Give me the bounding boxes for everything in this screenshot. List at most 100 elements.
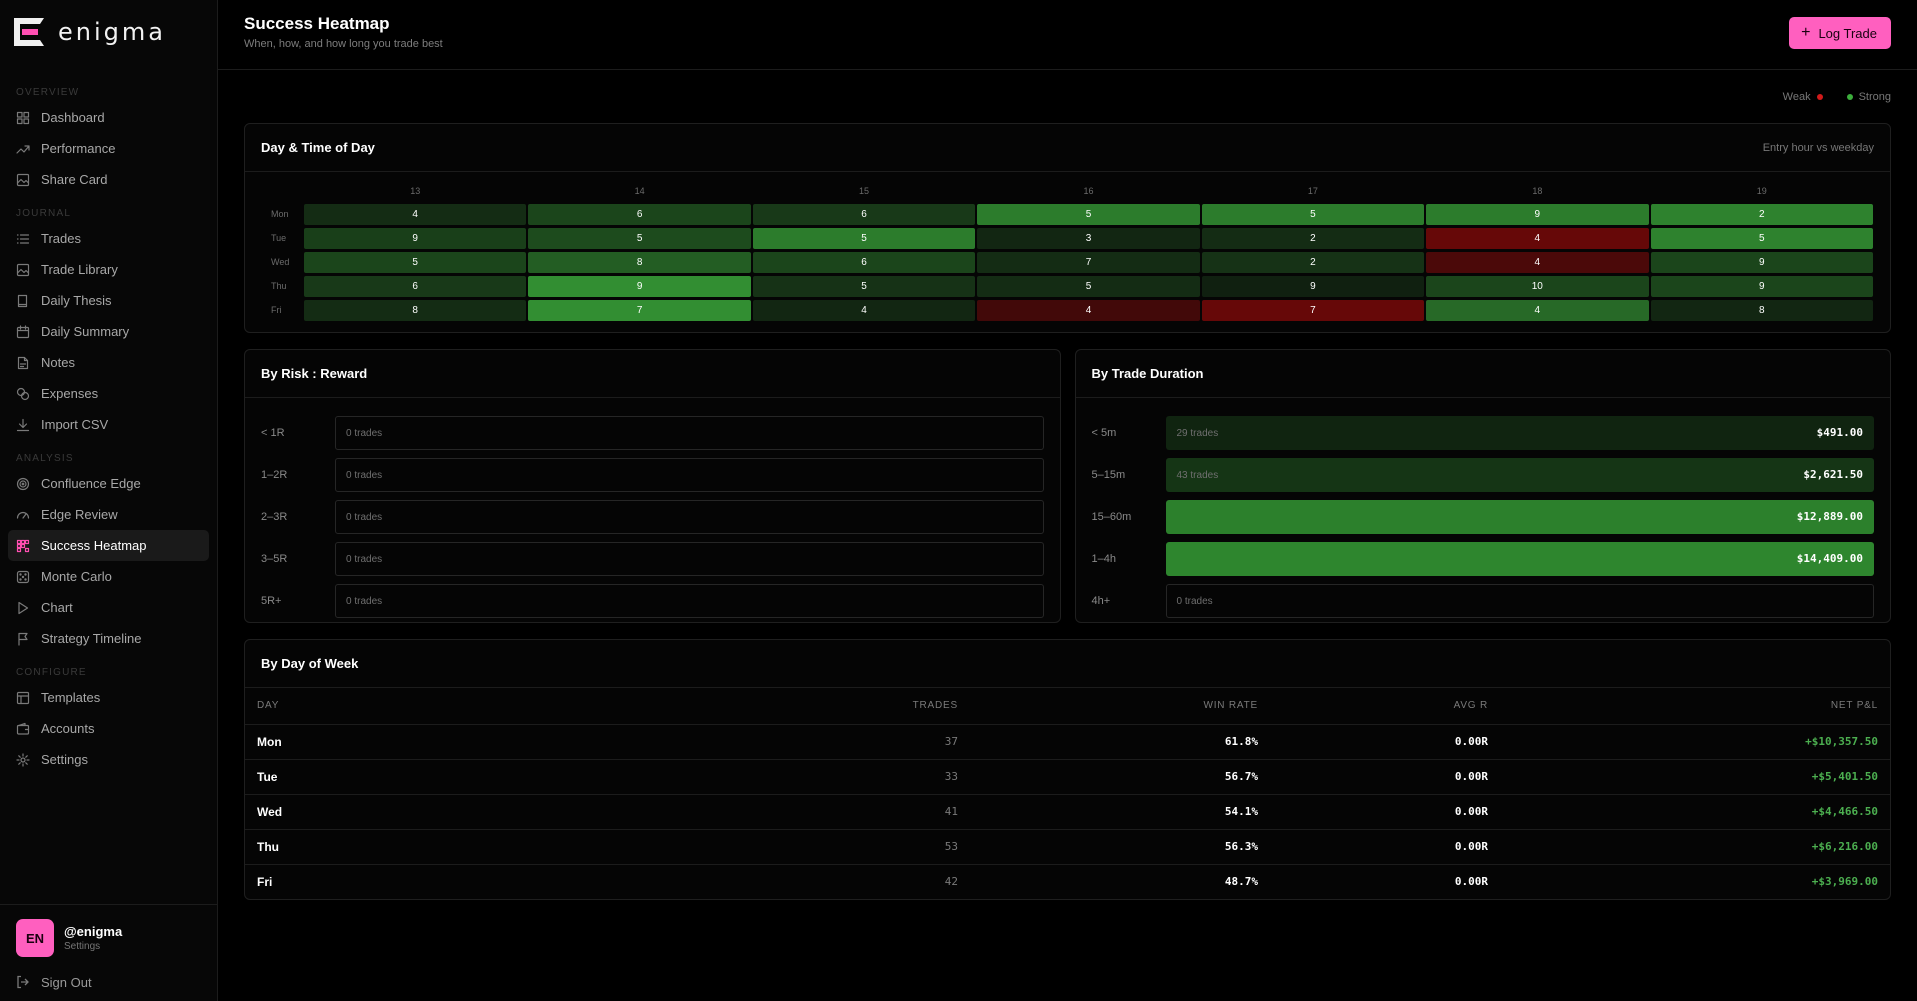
table-row[interactable]: Thu 53 56.3% 0.00R +$6,216.00 bbox=[245, 829, 1890, 865]
heatmap-cell[interactable]: 9 bbox=[1650, 275, 1873, 297]
heatmap-row-fri: Fri 8 7 4 4 7 4 8 bbox=[261, 298, 1874, 322]
flag-icon bbox=[16, 632, 30, 646]
sidebar-item-label: Share Card bbox=[41, 172, 108, 187]
sidebar: enigma OVERVIEW Dashboard Performance Share… bbox=[0, 0, 218, 1001]
heatmap-cell[interactable]: 9 bbox=[1650, 251, 1873, 273]
heatmap-cell[interactable]: 4 bbox=[304, 203, 527, 225]
hour-label: 13 bbox=[410, 186, 421, 196]
column-header-trades[interactable]: TRADES bbox=[870, 688, 970, 725]
sidebar-item-monte-carlo[interactable]: Monte Carlo bbox=[8, 561, 209, 592]
log-trade-button[interactable]: + Log Trade bbox=[1789, 17, 1891, 49]
heatmap-cell[interactable]: 4 bbox=[1426, 299, 1649, 321]
user-settings-link[interactable]: Settings bbox=[64, 941, 122, 952]
sign-out-label: Sign Out bbox=[41, 974, 92, 990]
cell-trades: 53 bbox=[870, 829, 970, 865]
logo[interactable]: enigma bbox=[0, 0, 217, 60]
heatmap-icon bbox=[16, 539, 30, 553]
page-subtitle: When, how, and how long you trade best bbox=[244, 38, 443, 50]
column-header-day[interactable]: DAY bbox=[245, 688, 870, 725]
table-row[interactable]: Fri 42 48.7% 0.00R +$3,969.00 bbox=[245, 864, 1890, 899]
heatmap-cell[interactable]: 5 bbox=[752, 275, 976, 297]
heatmap-cell[interactable]: 4 bbox=[1426, 227, 1649, 249]
cell-avg: 0.00R bbox=[1270, 759, 1500, 795]
sidebar-item-templates[interactable]: Templates bbox=[8, 682, 209, 713]
heatmap-cell[interactable]: 5 bbox=[304, 251, 527, 273]
heatmap-cell[interactable]: 7 bbox=[977, 251, 1200, 273]
sidebar-item-expenses[interactable]: Expenses bbox=[8, 378, 209, 409]
card-hint: Entry hour vs weekday bbox=[1762, 141, 1874, 154]
hour-label: 17 bbox=[1307, 186, 1318, 196]
sidebar-item-daily-summary[interactable]: Daily Summary bbox=[8, 316, 209, 347]
wallet-icon bbox=[16, 722, 30, 736]
sidebar-item-success-heatmap[interactable]: Success Heatmap bbox=[8, 530, 209, 561]
dice-icon bbox=[16, 570, 30, 584]
sidebar-item-trades[interactable]: Trades bbox=[8, 223, 209, 254]
heatmap-cell[interactable]: 10 bbox=[1426, 275, 1649, 297]
sidebar-item-notes[interactable]: Notes bbox=[8, 347, 209, 378]
heatmap-cell[interactable]: 8 bbox=[304, 299, 527, 321]
table-row[interactable]: Tue 33 56.7% 0.00R +$5,401.50 bbox=[245, 759, 1890, 795]
sidebar-item-strategy-timeline[interactable]: Strategy Timeline bbox=[8, 623, 209, 654]
heatmap-row-mon: Mon 4 6 6 5 5 9 2 bbox=[261, 202, 1874, 226]
sidebar-item-import-csv[interactable]: Import CSV bbox=[8, 409, 209, 440]
heatmap-cell[interactable]: 4 bbox=[977, 299, 1200, 321]
sidebar-item-performance[interactable]: Performance bbox=[8, 133, 209, 164]
heatmap-cell[interactable]: 2 bbox=[1201, 227, 1425, 249]
column-header-avg-r[interactable]: AVG R bbox=[1270, 688, 1500, 725]
sidebar-item-settings[interactable]: Settings bbox=[8, 744, 209, 775]
heatmap-cell[interactable]: 9 bbox=[1426, 203, 1649, 225]
user-area: EN @enigma Settings Sign Out bbox=[0, 904, 217, 1001]
heatmap-cell[interactable]: 8 bbox=[1650, 299, 1873, 321]
heatmap-cell[interactable]: 5 bbox=[977, 203, 1200, 225]
target-icon bbox=[16, 477, 30, 491]
bar-track: 29 trades $491.00 bbox=[1165, 416, 1874, 450]
heatmap-cell[interactable]: 7 bbox=[1201, 299, 1425, 321]
legend-weak-dot bbox=[1816, 93, 1823, 100]
sidebar-item-accounts[interactable]: Accounts bbox=[8, 713, 209, 744]
book-icon bbox=[16, 294, 30, 308]
sidebar-item-trade-library[interactable]: Trade Library bbox=[8, 254, 209, 285]
heatmap-cell[interactable]: 5 bbox=[977, 275, 1200, 297]
heatmap-cell[interactable]: 5 bbox=[1201, 203, 1425, 225]
sidebar-item-edge-review[interactable]: Edge Review bbox=[8, 499, 209, 530]
weekday-label: Mon bbox=[271, 209, 289, 219]
column-header-net-p-l[interactable]: NET P&L bbox=[1500, 688, 1890, 725]
sidebar-item-label: Dashboard bbox=[41, 110, 105, 125]
table-row[interactable]: Wed 41 54.1% 0.00R +$4,466.50 bbox=[245, 794, 1890, 830]
sidebar-item-label: Monte Carlo bbox=[41, 569, 112, 584]
heatmap-cell[interactable]: 6 bbox=[752, 251, 976, 273]
heatmap-cell[interactable]: 9 bbox=[1201, 275, 1425, 297]
heatmap-cell[interactable]: 4 bbox=[1426, 251, 1649, 273]
heatmap-cell[interactable]: 9 bbox=[528, 275, 751, 297]
bar-row-15-60m: 15–60m $12,889.00 bbox=[1092, 496, 1874, 538]
sidebar-item-confluence-edge[interactable]: Confluence Edge bbox=[8, 468, 209, 499]
heatmap-cell[interactable]: 6 bbox=[752, 203, 976, 225]
bar-trade-count: 29 trades bbox=[1176, 427, 1219, 439]
sidebar-item-chart[interactable]: Chart bbox=[8, 592, 209, 623]
sidebar-item-dashboard[interactable]: Dashboard bbox=[8, 102, 209, 133]
heatmap-cell[interactable]: 5 bbox=[752, 227, 976, 249]
sidebar-item-share-card[interactable]: Share Card bbox=[8, 164, 209, 195]
heatmap-cell[interactable]: 6 bbox=[304, 275, 527, 297]
heatmap-cell[interactable]: 5 bbox=[1650, 227, 1873, 249]
bar-label: < 1R bbox=[261, 427, 285, 439]
nav-section-configure: CONFIGURE bbox=[16, 667, 87, 678]
heatmap-cell[interactable]: 5 bbox=[528, 227, 751, 249]
bar-track: $14,409.00 bbox=[1165, 542, 1874, 576]
user-profile[interactable]: EN @enigma Settings bbox=[16, 919, 201, 957]
heatmap-cell[interactable]: 2 bbox=[1201, 251, 1425, 273]
heatmap-cell[interactable]: 4 bbox=[752, 299, 976, 321]
sign-out-button[interactable]: Sign Out bbox=[16, 973, 201, 991]
table-row[interactable]: Mon 37 61.8% 0.00R +$10,357.50 bbox=[245, 724, 1890, 760]
bar-label: 5–15m bbox=[1091, 469, 1126, 481]
heatmap-cell[interactable]: 8 bbox=[528, 251, 751, 273]
heatmap-cell[interactable]: 7 bbox=[528, 299, 751, 321]
bar-label: 2–3R bbox=[261, 511, 288, 523]
sidebar-item-label: Daily Summary bbox=[41, 324, 130, 339]
heatmap-cell[interactable]: 9 bbox=[304, 227, 527, 249]
heatmap-cell[interactable]: 2 bbox=[1650, 203, 1873, 225]
sidebar-item-daily-thesis[interactable]: Daily Thesis bbox=[8, 285, 209, 316]
heatmap-cell[interactable]: 6 bbox=[528, 203, 751, 225]
heatmap-cell[interactable]: 3 bbox=[977, 227, 1200, 249]
column-header-win-rate[interactable]: WIN RATE bbox=[970, 688, 1270, 725]
